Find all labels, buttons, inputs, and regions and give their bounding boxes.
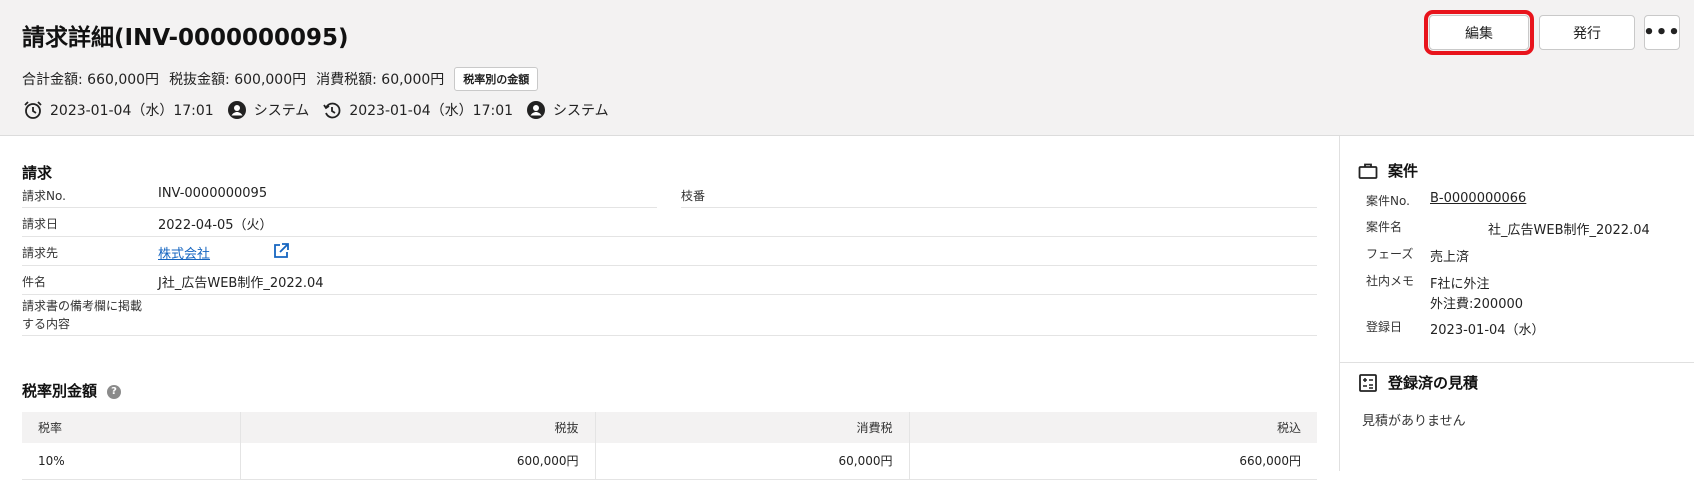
column-header: 消費税	[594, 412, 909, 443]
table-cell: 60,000円	[594, 443, 909, 480]
invoice-section-title: 請求	[22, 164, 53, 182]
record-meta: 2023-01-04（水）17:01 システム 2023-01-04（水）17:…	[22, 99, 621, 121]
subject-label: 件名	[22, 275, 47, 289]
sidebar-divider	[1340, 362, 1694, 363]
table-cell: 660,000円	[908, 443, 1317, 480]
memo-line1: F社に外注	[1430, 277, 1490, 292]
invoice-date-value: 2022-04-05（火）	[158, 218, 273, 233]
tax-amount: 消費税額: 60,000円	[316, 72, 445, 88]
estimates-section-title: 登録済の見積	[1388, 374, 1479, 392]
column-header: 税込	[908, 412, 1317, 443]
case-section-header: 案件	[1358, 160, 1418, 181]
page-header: 請求詳細(INV-0000000095) 合計金額: 660,000円 税抜金額…	[0, 0, 1694, 136]
table-cell: 600,000円	[239, 443, 595, 480]
briefcase-icon	[1358, 162, 1378, 180]
alarm-clock-icon	[22, 99, 44, 121]
case-name-label: 案件名	[1366, 220, 1403, 234]
field-row-invoice-date: 請求日 2022-04-05（火）	[22, 208, 1317, 237]
branch-label: 枝番	[681, 189, 706, 203]
field-row-invoice-no: 請求No. INV-0000000095	[22, 182, 657, 208]
header-actions: 編集 発行 •••	[1424, 10, 1680, 55]
estimates-section-header: 登録済の見積	[1358, 372, 1478, 393]
registered-date-label: 登録日	[1366, 320, 1403, 334]
table-row: 10% 600,000円 60,000円 660,000円	[22, 443, 1317, 480]
user-icon	[226, 99, 248, 121]
estimates-empty-message: 見積がありません	[1362, 414, 1466, 429]
field-row-subject: 件名 J社_広告WEB制作_2022.04	[22, 266, 1317, 295]
memo-label: 社内メモ	[1366, 274, 1415, 288]
remarks-label-line1: 請求書の備考欄に掲載	[22, 299, 143, 313]
calculator-icon	[1358, 373, 1378, 393]
tax-section-title: 税率別金額?	[22, 380, 122, 401]
case-name-value: 社_広告WEB制作_2022.04	[1488, 223, 1650, 238]
column-header: 税抜	[239, 412, 595, 443]
tax-rate-breakdown-button[interactable]: 税率別の金額	[454, 67, 539, 91]
field-row-client: 請求先 株式会社	[22, 237, 1317, 266]
page-title: 請求詳細(INV-0000000095)	[22, 25, 349, 51]
tax-rate-table: 税率 税抜 消費税 税込 10% 600,000円 60,000円 660,00…	[22, 412, 1317, 480]
memo-line2: 外注費:200000	[1430, 297, 1524, 312]
case-section-title: 案件	[1388, 162, 1419, 180]
case-sidebar: 案件 案件No. B-0000000066 案件名 社_広告WEB制作_2022…	[1340, 136, 1694, 471]
external-link-icon[interactable]	[272, 242, 290, 264]
invoice-date-label: 請求日	[22, 217, 59, 231]
created-by: システム	[253, 103, 310, 119]
user-icon	[525, 99, 547, 121]
subtotal-amount: 税抜金額: 600,000円	[169, 72, 307, 88]
column-header: 税率	[22, 412, 240, 443]
registered-date-value: 2023-01-04（水）	[1430, 323, 1545, 338]
total-amount: 合計金額: 660,000円	[22, 72, 160, 88]
updated-at: 2023-01-04（水）17:01	[349, 103, 514, 119]
remarks-label-line2: する内容	[22, 317, 71, 331]
case-no-link[interactable]: B-0000000066	[1430, 191, 1526, 206]
more-actions-button[interactable]: •••	[1643, 15, 1680, 50]
case-no-label: 案件No.	[1366, 194, 1410, 208]
updated-by: システム	[553, 103, 609, 119]
issue-button[interactable]: 発行	[1539, 15, 1635, 50]
update-clock-icon	[321, 99, 343, 121]
field-row-branch: 枝番	[681, 182, 1317, 208]
amount-summary: 合計金額: 660,000円 税抜金額: 600,000円 消費税額: 60,0…	[22, 67, 539, 91]
client-label: 請求先	[22, 246, 59, 260]
phase-label: フェーズ	[1366, 247, 1414, 261]
subject-value: J社_広告WEB制作_2022.04	[158, 276, 324, 291]
table-header-row: 税率 税抜 消費税 税込	[22, 412, 1317, 443]
field-row-remarks: 請求書の備考欄に掲載 する内容	[22, 295, 1317, 336]
phase-value: 売上済	[1430, 250, 1470, 265]
tax-section-title-text: 税率別金額	[22, 382, 98, 400]
edit-button[interactable]: 編集	[1424, 10, 1534, 55]
invoice-no-label: 請求No.	[22, 189, 66, 203]
created-at: 2023-01-04（水）17:01	[50, 103, 214, 119]
client-link[interactable]: 株式会社	[158, 243, 210, 262]
table-cell: 10%	[22, 443, 240, 480]
invoice-no-value: INV-0000000095	[158, 186, 268, 201]
help-icon[interactable]: ?	[107, 384, 122, 399]
